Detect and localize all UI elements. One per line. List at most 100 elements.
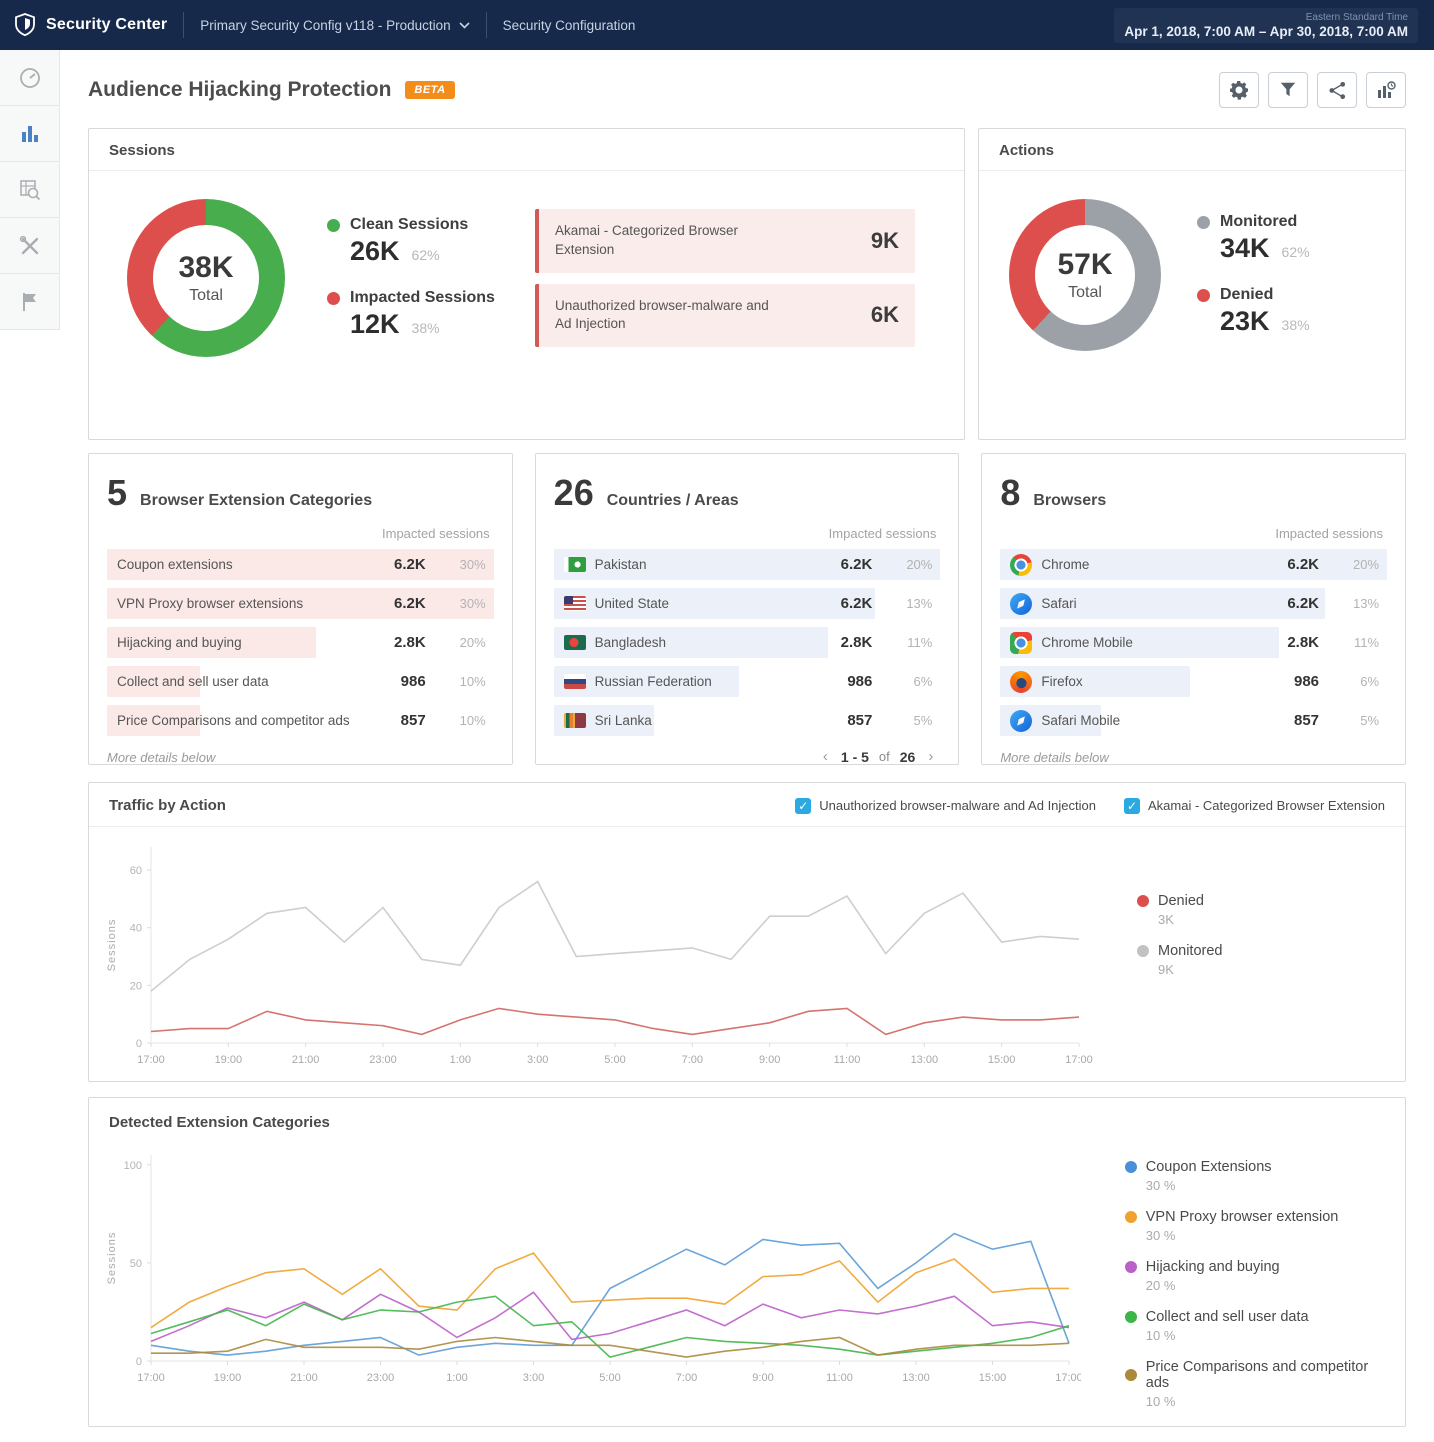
detected-chart-legend: Coupon Extensions30 %VPN Proxy browser e… [1125,1159,1395,1425]
flag-icon [19,291,41,313]
actions-total-label: Total [1068,284,1102,302]
table-row[interactable]: Price Comparisons and competitor ads8571… [107,705,494,736]
row-label: Price Comparisons and competitor ads [117,713,350,728]
panel-title: Countries / Areas [607,492,739,510]
legend-sub-value: 20 % [1125,1278,1395,1293]
legend-item: Hijacking and buying20 % [1125,1259,1395,1293]
actions-total-value: 57K [1057,248,1112,282]
table-row[interactable]: Hijacking and buying2.8K20% [107,627,494,658]
legend-item: Monitored9K [1137,943,1222,977]
browser-safari-icon [1010,593,1032,615]
row-label: VPN Proxy browser extensions [117,596,303,611]
svg-text:21:00: 21:00 [292,1054,320,1066]
table-row[interactable]: VPN Proxy browser extensions6.2K30% [107,588,494,619]
legend-sub-value: 3K [1137,912,1222,927]
svg-text:40: 40 [130,923,142,935]
row-value: 2.8K [820,634,872,651]
sidebar-item-flags[interactable] [0,274,60,330]
pagination: ‹ 1 - 5 of 26 › [554,748,941,765]
nav-security-configuration[interactable]: Security Configuration [503,18,636,33]
svg-text:1:00: 1:00 [446,1372,467,1384]
sidebar-item-analytics-active[interactable] [0,106,60,162]
table-row[interactable]: Bangladesh2.8K11% [554,627,941,658]
grid-search-icon [18,178,42,202]
svg-text:9:00: 9:00 [752,1372,773,1384]
table-row[interactable]: Pakistan6.2K20% [554,549,941,580]
sessions-donut-chart: 38K Total [127,199,285,357]
row-value: 857 [820,712,872,729]
pagination-next-button[interactable]: › [925,748,936,765]
row-percent: 20% [1341,557,1379,572]
panel-title: Browser Extension Categories [140,492,372,510]
table-row[interactable]: Russian Federation9866% [554,666,941,697]
row-label: Hijacking and buying [117,635,242,650]
toggle-unauthorized-malware[interactable]: ✓ Unauthorized browser-malware and Ad In… [795,798,1096,814]
table-row[interactable]: Collect and sell user data98610% [107,666,494,697]
legend-label: Monitored [1220,213,1297,231]
svg-text:17:00: 17:00 [137,1372,165,1384]
legend-dot-icon [327,292,340,305]
detected-extension-categories-panel: Detected Extension Categories 05010017:0… [88,1097,1406,1427]
row-label: Chrome [1041,557,1089,572]
checkbox-label: Unauthorized browser-malware and Ad Inje… [819,798,1096,813]
report-button[interactable] [1366,72,1406,108]
svg-text:1:00: 1:00 [450,1054,471,1066]
legend-value: 23K [1220,306,1270,337]
svg-text:15:00: 15:00 [979,1372,1007,1384]
sidebar-item-tools[interactable] [0,218,60,274]
browser-extension-categories-panel: 5 Browser Extension Categories Impacted … [88,453,513,765]
actions-panel-title: Actions [979,129,1405,171]
date-range-picker[interactable]: Eastern Standard Time Apr 1, 2018, 7:00 … [1114,8,1418,43]
legend-percent: 38% [412,320,440,336]
callout-unauthorized-malware[interactable]: Unauthorized browser-malware and Ad Inje… [535,284,915,348]
callout-categorized-extension[interactable]: Akamai - Categorized Browser Extension 9… [535,209,915,273]
settings-button[interactable] [1219,72,1259,108]
table-row[interactable]: Chrome6.2K20% [1000,549,1387,580]
row-label: United State [595,596,669,611]
gauge-icon [18,66,42,90]
table-row[interactable]: United State6.2K13% [554,588,941,619]
row-label-wrap: Firefox [1000,671,1267,693]
svg-text:13:00: 13:00 [911,1054,939,1066]
toggle-categorized-extension[interactable]: ✓ Akamai - Categorized Browser Extension [1124,798,1385,814]
bar-chart-icon [18,122,42,146]
row-percent: 5% [1341,713,1379,728]
share-button[interactable] [1317,72,1357,108]
row-value: 6.2K [820,595,872,612]
filter-button[interactable] [1268,72,1308,108]
sessions-panel: Sessions 38K Total Clean Sessions26K62%I… [88,128,965,440]
legend-label: Monitored [1158,943,1222,959]
svg-text:3:00: 3:00 [523,1372,544,1384]
svg-text:100: 100 [124,1160,142,1172]
tools-icon [18,234,42,258]
gear-icon [1229,80,1249,100]
traffic-line-chart: 020406017:0019:0021:0023:001:003:005:007… [103,835,1093,1077]
browser-chrome-mobile-icon [1010,632,1032,654]
table-row[interactable]: Coupon extensions6.2K30% [107,549,494,580]
row-value: 2.8K [374,634,426,651]
countries-list: Pakistan6.2K20%United State6.2K13%Bangla… [554,549,941,736]
table-row[interactable]: Safari6.2K13% [1000,588,1387,619]
sidebar-item-dashboard[interactable] [0,50,60,106]
table-row[interactable]: Sri Lanka857 5% [554,705,941,736]
table-row[interactable]: Chrome Mobile2.8K11% [1000,627,1387,658]
svg-text:60: 60 [130,865,142,877]
table-row[interactable]: Safari Mobile8575% [1000,705,1387,736]
legend-dot-icon [327,219,340,232]
pagination-prev-button[interactable]: ‹ [820,748,831,765]
legend-label: Denied [1158,893,1204,909]
config-selector-label: Primary Security Config v118 - Productio… [200,18,450,33]
config-selector[interactable]: Primary Security Config v118 - Productio… [200,18,469,33]
row-label-wrap: Chrome Mobile [1000,632,1267,654]
table-row[interactable]: Firefox9866% [1000,666,1387,697]
divider [183,12,184,38]
row-percent: 5% [894,713,932,728]
flag-us-icon [564,596,586,611]
row-label-wrap: Sri Lanka [554,713,821,728]
svg-text:15:00: 15:00 [988,1054,1016,1066]
browsers-list: Chrome6.2K20%Safari6.2K13%Chrome Mobile2… [1000,549,1387,736]
callout-label: Akamai - Categorized Browser Extension [555,222,785,260]
beta-badge: BETA [405,81,454,99]
legend-label: Coupon Extensions [1146,1159,1272,1175]
sidebar-item-log-search[interactable] [0,162,60,218]
